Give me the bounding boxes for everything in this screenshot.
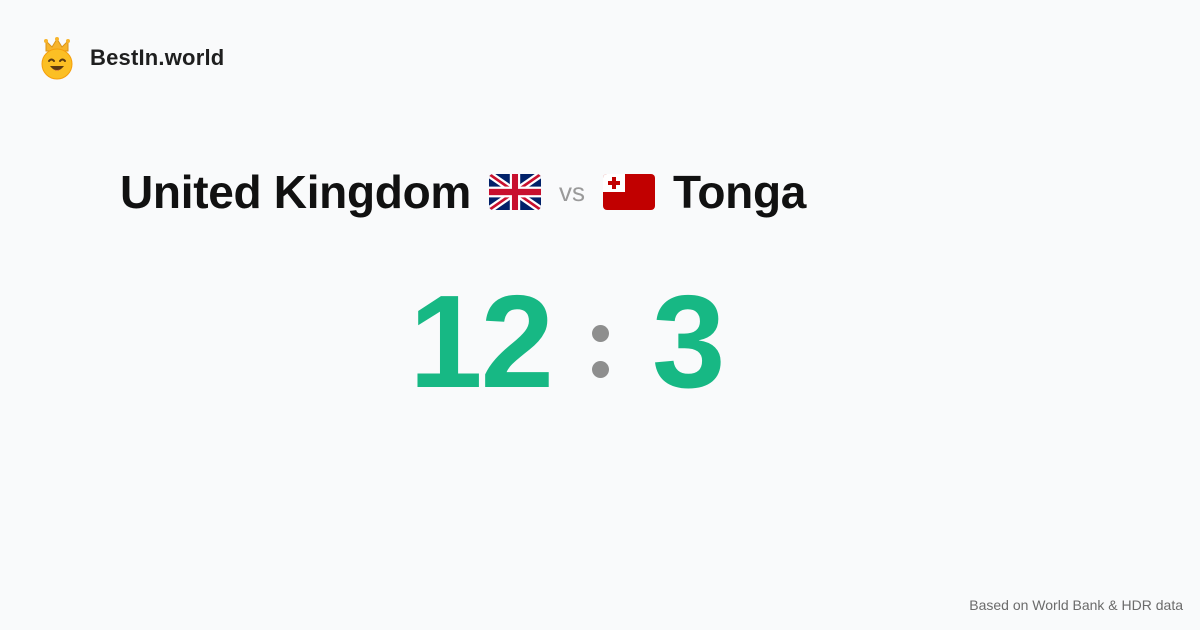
vs-label: vs <box>558 176 585 207</box>
right-score: 3 <box>652 268 725 415</box>
data-source-note: Based on World Bank & HDR data <box>969 597 1183 613</box>
uk-flag-icon <box>488 174 541 210</box>
brand[interactable]: BestIn.world <box>38 36 224 80</box>
matchup-title: United Kingdom vs Tonga <box>120 162 806 222</box>
left-country-name: United Kingdom <box>120 166 471 218</box>
left-score: 12 <box>409 268 554 415</box>
brand-name: BestIn.world <box>90 45 225 70</box>
right-country-name: Tonga <box>672 166 807 218</box>
score-separator-top-dot <box>592 325 609 342</box>
score-separator-bottom-dot <box>592 361 609 378</box>
tonga-flag-icon <box>602 174 655 210</box>
crown-smiley-icon <box>41 37 73 80</box>
